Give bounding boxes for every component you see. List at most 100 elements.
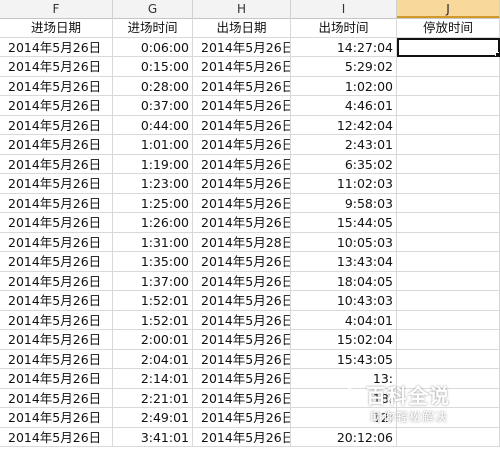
- exit-date-cell[interactable]: 2014年5月26日: [193, 349, 291, 369]
- exit-date-cell[interactable]: 2014年5月26日: [193, 193, 291, 213]
- exit-time-cell[interactable]: 10:05:03: [291, 232, 397, 252]
- exit-date-cell[interactable]: 2014年5月26日: [193, 252, 291, 272]
- exit-time-cell[interactable]: 2:43:01: [291, 135, 397, 155]
- column-header-j[interactable]: J: [397, 0, 500, 18]
- exit-date-cell[interactable]: 2014年5月26日: [193, 115, 291, 135]
- entry-time-cell[interactable]: 1:01:00: [113, 135, 193, 155]
- header-cell-entry-time[interactable]: 进场时间: [113, 18, 193, 38]
- exit-date-cell[interactable]: 2014年5月26日: [193, 291, 291, 311]
- exit-date-cell[interactable]: 2014年5月26日: [193, 408, 291, 428]
- exit-time-cell[interactable]: 15:43:05: [291, 349, 397, 369]
- entry-date-cell[interactable]: 2014年5月26日: [0, 135, 113, 155]
- entry-time-cell[interactable]: 1:52:01: [113, 291, 193, 311]
- parking-duration-cell[interactable]: [397, 57, 500, 77]
- parking-duration-cell[interactable]: [397, 115, 500, 135]
- entry-time-cell[interactable]: 2:49:01: [113, 408, 193, 428]
- entry-time-cell[interactable]: 0:15:00: [113, 57, 193, 77]
- entry-date-cell[interactable]: 2014年5月26日: [0, 96, 113, 116]
- parking-duration-cell[interactable]: [397, 349, 500, 369]
- parking-duration-cell[interactable]: [397, 174, 500, 194]
- entry-date-cell[interactable]: 2014年5月26日: [0, 330, 113, 350]
- parking-duration-cell[interactable]: [397, 330, 500, 350]
- exit-date-cell[interactable]: 2014年5月26日: [193, 330, 291, 350]
- exit-date-cell[interactable]: 2014年5月26日: [193, 310, 291, 330]
- entry-time-cell[interactable]: 2:00:01: [113, 330, 193, 350]
- entry-date-cell[interactable]: 2014年5月26日: [0, 174, 113, 194]
- column-header-h[interactable]: H: [193, 0, 291, 18]
- exit-time-cell[interactable]: 9:58:03: [291, 193, 397, 213]
- exit-date-cell[interactable]: 2014年5月26日: [193, 96, 291, 116]
- exit-time-cell[interactable]: 18:04:05: [291, 271, 397, 291]
- entry-date-cell[interactable]: 2014年5月26日: [0, 154, 113, 174]
- parking-duration-cell-selected[interactable]: [397, 37, 500, 57]
- parking-duration-cell[interactable]: [397, 291, 500, 311]
- exit-date-cell[interactable]: 2014年5月26日: [193, 154, 291, 174]
- exit-date-cell[interactable]: 2014年5月26日: [193, 37, 291, 57]
- exit-date-cell[interactable]: 2014年5月28日: [193, 232, 291, 252]
- entry-time-cell[interactable]: 2:14:01: [113, 369, 193, 389]
- entry-time-cell[interactable]: 0:28:00: [113, 76, 193, 96]
- exit-time-cell[interactable]: 14:27:04: [291, 37, 397, 57]
- exit-time-cell[interactable]: 13:43:04: [291, 252, 397, 272]
- exit-time-cell[interactable]: 15:02:04: [291, 330, 397, 350]
- entry-time-cell[interactable]: 1:52:01: [113, 310, 193, 330]
- parking-duration-cell[interactable]: [397, 252, 500, 272]
- exit-time-cell[interactable]: 4:46:01: [291, 96, 397, 116]
- parking-duration-cell[interactable]: [397, 135, 500, 155]
- exit-time-cell[interactable]: 10:43:03: [291, 291, 397, 311]
- entry-time-cell[interactable]: 0:06:00: [113, 37, 193, 57]
- entry-date-cell[interactable]: 2014年5月26日: [0, 427, 113, 447]
- parking-duration-cell[interactable]: [397, 213, 500, 233]
- exit-time-cell[interactable]: 5:29:02: [291, 57, 397, 77]
- entry-time-cell[interactable]: 1:26:00: [113, 213, 193, 233]
- exit-time-cell[interactable]: 12:42:04: [291, 115, 397, 135]
- header-cell-exit-date[interactable]: 出场日期: [193, 18, 291, 38]
- entry-date-cell[interactable]: 2014年5月26日: [0, 271, 113, 291]
- column-header-f[interactable]: F: [0, 0, 113, 18]
- exit-date-cell[interactable]: 2014年5月26日: [193, 369, 291, 389]
- parking-duration-cell[interactable]: [397, 76, 500, 96]
- entry-time-cell[interactable]: 0:44:00: [113, 115, 193, 135]
- entry-date-cell[interactable]: 2014年5月26日: [0, 76, 113, 96]
- entry-date-cell[interactable]: 2014年5月26日: [0, 115, 113, 135]
- entry-date-cell[interactable]: 2014年5月26日: [0, 310, 113, 330]
- column-header-i[interactable]: I: [291, 0, 397, 18]
- header-cell-exit-time[interactable]: 出场时间: [291, 18, 397, 38]
- entry-time-cell[interactable]: 2:04:01: [113, 349, 193, 369]
- entry-time-cell[interactable]: 1:37:00: [113, 271, 193, 291]
- parking-duration-cell[interactable]: [397, 271, 500, 291]
- exit-time-cell[interactable]: 4:04:01: [291, 310, 397, 330]
- entry-date-cell[interactable]: 2014年5月26日: [0, 388, 113, 408]
- entry-date-cell[interactable]: 2014年5月26日: [0, 252, 113, 272]
- entry-date-cell[interactable]: 2014年5月26日: [0, 57, 113, 77]
- entry-date-cell[interactable]: 2014年5月26日: [0, 37, 113, 57]
- exit-time-cell[interactable]: 15:44:05: [291, 213, 397, 233]
- exit-date-cell[interactable]: 2014年5月26日: [193, 388, 291, 408]
- exit-time-cell[interactable]: 1:02:00: [291, 76, 397, 96]
- entry-time-cell[interactable]: 1:25:00: [113, 193, 193, 213]
- entry-time-cell[interactable]: 3:41:01: [113, 427, 193, 447]
- exit-date-cell[interactable]: 2014年5月26日: [193, 76, 291, 96]
- entry-date-cell[interactable]: 2014年5月26日: [0, 349, 113, 369]
- exit-time-cell[interactable]: 6:35:02: [291, 154, 397, 174]
- entry-date-cell[interactable]: 2014年5月26日: [0, 232, 113, 252]
- parking-duration-cell[interactable]: [397, 232, 500, 252]
- entry-date-cell[interactable]: 2014年5月26日: [0, 193, 113, 213]
- parking-duration-cell[interactable]: [397, 310, 500, 330]
- entry-time-cell[interactable]: 2:21:01: [113, 388, 193, 408]
- exit-time-cell[interactable]: 11:02:03: [291, 174, 397, 194]
- fill-handle[interactable]: [495, 52, 499, 57]
- entry-time-cell[interactable]: 0:37:00: [113, 96, 193, 116]
- exit-date-cell[interactable]: 2014年5月26日: [193, 135, 291, 155]
- entry-date-cell[interactable]: 2014年5月26日: [0, 291, 113, 311]
- entry-date-cell[interactable]: 2014年5月26日: [0, 213, 113, 233]
- exit-date-cell[interactable]: 2014年5月26日: [193, 57, 291, 77]
- column-header-g[interactable]: G: [113, 0, 193, 18]
- entry-date-cell[interactable]: 2014年5月26日: [0, 408, 113, 428]
- entry-time-cell[interactable]: 1:31:00: [113, 232, 193, 252]
- parking-duration-cell[interactable]: [397, 154, 500, 174]
- entry-time-cell[interactable]: 1:35:00: [113, 252, 193, 272]
- parking-duration-cell[interactable]: [397, 96, 500, 116]
- exit-date-cell[interactable]: 2014年5月26日: [193, 174, 291, 194]
- header-cell-entry-date[interactable]: 进场日期: [0, 18, 113, 38]
